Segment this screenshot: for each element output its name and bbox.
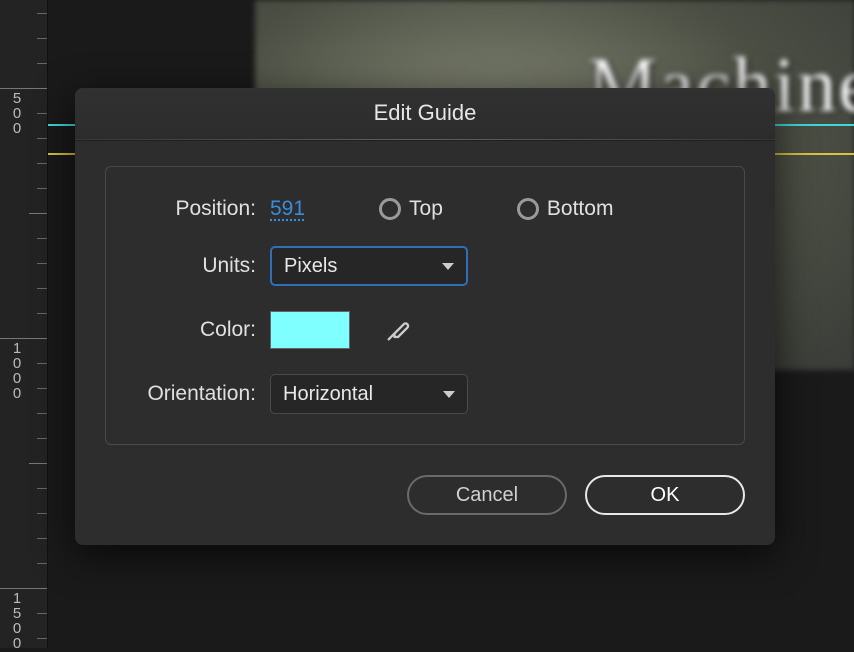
units-select[interactable]: Pixels xyxy=(270,246,468,286)
ok-button[interactable]: OK xyxy=(585,475,745,515)
ruler-tick-label: 500 xyxy=(10,91,24,136)
position-label: Position: xyxy=(126,197,256,221)
units-value: Pixels xyxy=(284,255,337,278)
cancel-button[interactable]: Cancel xyxy=(407,475,567,515)
dialog-form: Position: 591 Top Bottom Units: Pixels xyxy=(105,166,745,445)
radio-icon xyxy=(379,198,401,220)
radio-bottom-label: Bottom xyxy=(547,197,614,221)
orientation-value: Horizontal xyxy=(283,383,373,406)
orientation-select[interactable]: Horizontal xyxy=(270,374,468,414)
radio-icon xyxy=(517,198,539,220)
ruler-tick-label: 1000 xyxy=(10,341,24,401)
radio-top-label: Top xyxy=(409,197,443,221)
radio-top[interactable]: Top xyxy=(379,197,443,221)
radio-bottom[interactable]: Bottom xyxy=(517,197,614,221)
chevron-down-icon xyxy=(442,263,454,270)
orientation-label: Orientation: xyxy=(126,382,256,406)
dialog-title: Edit Guide xyxy=(75,88,775,141)
chevron-down-icon xyxy=(443,391,455,398)
eyedropper-icon[interactable] xyxy=(384,316,412,344)
edit-guide-dialog: Edit Guide Position: 591 Top Bottom Unit… xyxy=(75,88,775,545)
color-label: Color: xyxy=(126,318,256,342)
color-swatch[interactable] xyxy=(270,311,350,349)
units-label: Units: xyxy=(126,254,256,278)
position-input[interactable]: 591 xyxy=(270,197,305,221)
ruler-tick-label: 1500 xyxy=(10,591,24,651)
vertical-ruler[interactable]: 500 1000 1500 xyxy=(0,0,48,648)
